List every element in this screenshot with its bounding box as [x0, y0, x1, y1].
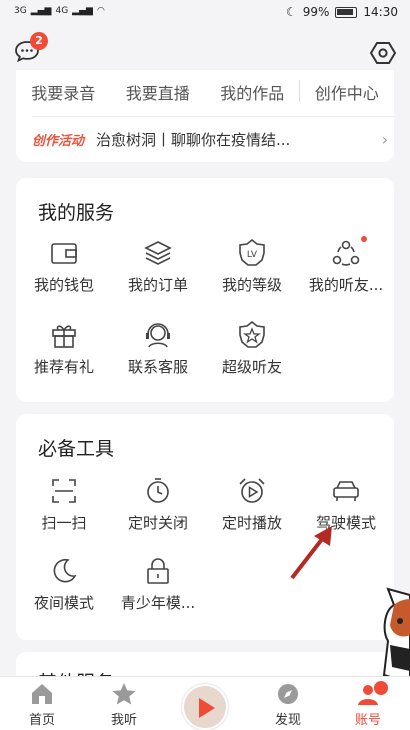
customer-service-item[interactable]: 联系客服	[111, 320, 205, 377]
alarm-play-item[interactable]: 定时播放	[205, 476, 299, 533]
tools-card: 必备工具 扫一扫 定时关闭 定时播放 驾驶模式 夜间模式 青少年模...	[16, 414, 394, 640]
creator-actions: 我要录音 我要直播 我的作品 创作中心	[16, 80, 394, 104]
top-nav: 2	[0, 28, 410, 72]
battery-icon	[335, 6, 358, 18]
timer-off-item[interactable]: 定时关闭	[111, 476, 205, 533]
level-label: 我的等级	[221, 276, 282, 294]
scan-label: 扫一扫	[41, 514, 87, 532]
record-button[interactable]: 我要录音	[16, 80, 111, 104]
super-listener-item[interactable]: 超级听友	[205, 320, 299, 377]
status-bar: 3G ▂▄▆ 4G ▂▄▆ ◠ ☾ 99% 14:30	[0, 0, 410, 26]
chevron-right-icon: ›	[381, 130, 389, 149]
teen-mode-label: 青少年模...	[120, 594, 196, 612]
alarm-play-icon	[239, 478, 265, 503]
discover-icon	[278, 684, 298, 704]
tab-discover[interactable]: 发现	[248, 677, 328, 730]
alarm-play-label: 定时播放	[221, 514, 282, 532]
signal-bars-icon: ▂▄▆	[72, 6, 93, 16]
customer-service-icon	[146, 323, 170, 348]
live-button[interactable]: 我要直播	[111, 80, 206, 104]
scan-item[interactable]: 扫一扫	[17, 476, 111, 533]
activity-banner[interactable]: 创作活动 治愈树洞丨聊聊你在疫情结... ›	[32, 116, 394, 162]
divider	[299, 80, 300, 102]
scan-icon	[52, 479, 76, 503]
signal-4g: 4G	[55, 6, 69, 16]
signal-3g: 3G	[14, 6, 27, 16]
services-card: 我的服务 我的钱包 我的订单 LV 我的等级 我的听友... 推荐有礼 联系客服…	[16, 178, 394, 402]
gift-item[interactable]: 推荐有礼	[17, 320, 111, 377]
activity-tag: 创作活动	[32, 134, 85, 149]
gift-label: 推荐有礼	[33, 358, 94, 376]
orders-item[interactable]: 我的订单	[111, 238, 205, 295]
teen-mode-item[interactable]: 青少年模...	[111, 556, 205, 613]
tab-listen-label: 我听	[110, 713, 137, 728]
orders-label: 我的订单	[127, 276, 188, 294]
my-works-button[interactable]: 我的作品	[205, 80, 300, 104]
tab-account-label: 账号	[354, 713, 381, 728]
wallet-icon	[51, 243, 77, 264]
tab-home-label: 首页	[28, 713, 55, 728]
level-icon: LV	[239, 238, 265, 266]
creator-card: 我要录音 我要直播 我的作品 创作中心 创作活动 治愈树洞丨聊聊你在疫情结...…	[16, 70, 394, 162]
tools-title: 必备工具	[38, 438, 115, 460]
mascot-image	[382, 587, 410, 685]
tab-listen[interactable]: 我听	[84, 677, 164, 730]
home-icon	[32, 684, 52, 704]
message-badge: 2	[30, 32, 48, 50]
moon-status-icon: ☾	[285, 5, 297, 19]
wallet-item[interactable]: 我的钱包	[17, 238, 111, 295]
friends-icon-wrap	[331, 236, 367, 268]
orders-icon	[144, 241, 172, 265]
settings-icon[interactable]	[370, 40, 396, 66]
account-badge-dot	[374, 681, 388, 695]
friends-label: 我的听友...	[308, 276, 384, 294]
star-icon	[112, 683, 136, 705]
friends-icon	[332, 240, 360, 266]
super-listener-icon	[239, 320, 265, 348]
services-title: 我的服务	[38, 202, 115, 224]
timer-off-icon	[147, 478, 169, 503]
clock: 14:30	[363, 5, 398, 19]
battery-percent: 99%	[302, 5, 330, 19]
friends-item[interactable]: 我的听友...	[299, 236, 393, 295]
player-button[interactable]	[182, 684, 228, 730]
signal-bars-icon: ▂▄▆	[30, 6, 52, 16]
customer-service-label: 联系客服	[127, 358, 188, 376]
tab-home[interactable]: 首页	[2, 677, 82, 730]
night-mode-item[interactable]: 夜间模式	[17, 556, 111, 613]
level-icon-text: LV	[247, 250, 258, 260]
super-listener-label: 超级听友	[221, 358, 282, 376]
tab-account[interactable]: 账号	[328, 677, 408, 730]
lock-icon	[147, 558, 169, 584]
night-mode-label: 夜间模式	[33, 594, 94, 612]
level-item[interactable]: LV 我的等级	[205, 238, 299, 295]
signal-indicators: 3G ▂▄▆ 4G ▂▄▆ ◠	[14, 6, 105, 16]
gift-icon	[52, 325, 76, 348]
activity-text: 治愈树洞丨聊聊你在疫情结...	[96, 131, 291, 149]
creator-center-button[interactable]: 创作中心	[300, 80, 395, 104]
wallet-label: 我的钱包	[33, 276, 94, 294]
moon-icon	[53, 558, 77, 583]
tab-discover-label: 发现	[274, 713, 301, 728]
annotation-arrow	[290, 526, 332, 580]
notification-dot	[361, 236, 367, 242]
wifi-icon: ◠	[96, 6, 105, 16]
car-icon	[333, 481, 359, 501]
timer-off-label: 定时关闭	[127, 514, 188, 532]
